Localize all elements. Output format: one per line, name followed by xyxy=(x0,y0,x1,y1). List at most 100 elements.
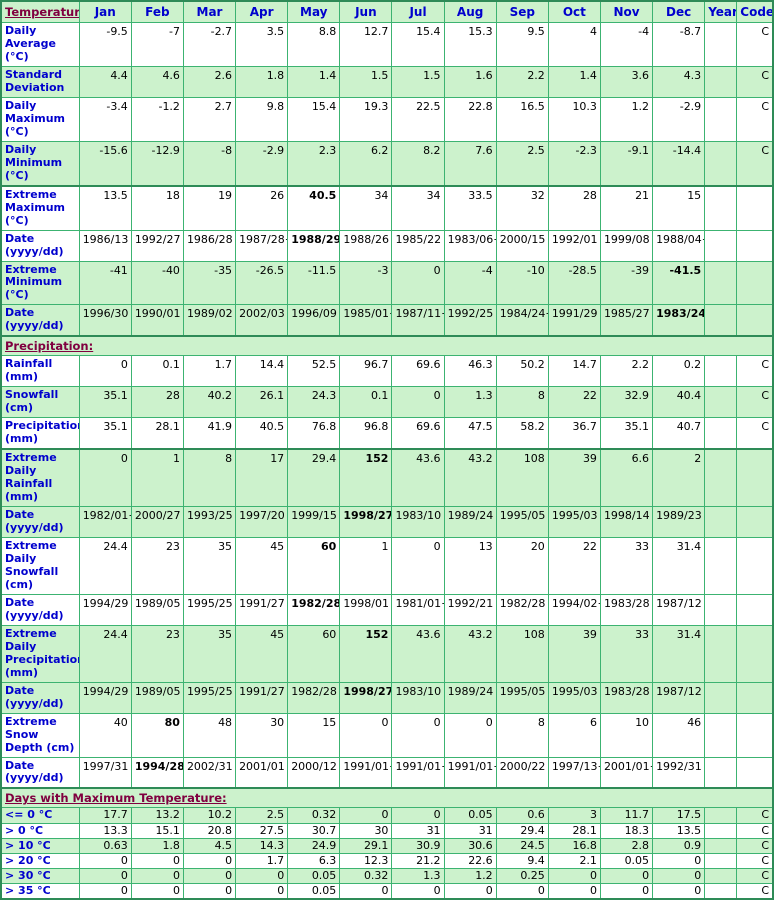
cell-dec: 0.9 xyxy=(652,837,706,854)
table-row: <= 0 °C 17.7 13.2 10.2 2.5 0.32 0 0 0.05 0.6 3 11.7… xyxy=(0,807,774,824)
cell-apr: 45 xyxy=(235,536,289,595)
cell-jul: 0 xyxy=(391,386,445,419)
cell-sep: 0.6 xyxy=(495,807,549,824)
cell-year xyxy=(704,355,738,388)
cell-may: 8.8 xyxy=(287,22,341,67)
cell-oct: 1995/03 xyxy=(547,506,601,538)
cell-feb: 1990/01 xyxy=(130,304,184,338)
section-banner-row: Precipitation: xyxy=(0,335,774,357)
cell-apr: 3.5 xyxy=(235,22,289,67)
cell-aug: 1.6 xyxy=(443,65,497,98)
cell-code: C xyxy=(736,837,774,854)
table-row: Extreme Daily Snowfall (cm) 24.4 23 35 45 60 1… xyxy=(0,536,774,595)
cell-jun: 19.3 xyxy=(339,96,393,142)
cell-jan: 4.4 xyxy=(78,65,132,98)
cell-nov: 18.3 xyxy=(599,822,654,839)
cell-jan: 13.5 xyxy=(78,185,132,231)
cell-jan: 1986/13 xyxy=(78,229,132,262)
cell-dec: 1989/23 xyxy=(652,506,706,538)
cell-may: 60 xyxy=(287,624,341,683)
cell-mar: -8 xyxy=(182,140,237,187)
cell-sep: 8 xyxy=(495,386,549,419)
row-label: Date (yyyy/dd) xyxy=(0,681,80,714)
cell-feb: 0 xyxy=(130,867,184,884)
column-header-nov: Nov xyxy=(599,0,654,23)
cell-mar: 40.2 xyxy=(182,386,237,419)
cell-feb: 1.8 xyxy=(130,837,184,854)
cell-apr: 1.7 xyxy=(235,852,289,869)
table-row: Standard Deviation 4.4 4.6 2.6 1.8 1.4 1.5 1.5 1… xyxy=(0,65,774,98)
cell-code xyxy=(736,185,774,231)
cell-sep: 108 xyxy=(495,624,549,683)
cell-nov: 32.9 xyxy=(599,386,654,419)
cell-feb: 28.1 xyxy=(130,417,184,451)
cell-jun: 29.1 xyxy=(339,837,393,854)
cell-dec: 1987/12 xyxy=(652,593,706,626)
cell-dec: 1987/12 xyxy=(652,681,706,714)
cell-mar: 19 xyxy=(182,185,237,231)
cell-sep: 2.5 xyxy=(495,140,549,187)
section-header-temperature: Temperature: xyxy=(0,0,80,23)
cell-dec: 1983/24 xyxy=(652,304,706,338)
cell-code: C xyxy=(736,852,774,869)
cell-year xyxy=(704,506,738,538)
cell-oct: 28.1 xyxy=(547,822,601,839)
cell-aug: 0.05 xyxy=(443,807,497,824)
cell-jul: 22.5 xyxy=(391,96,445,142)
cell-sep: 9.4 xyxy=(495,852,549,869)
cell-code: C xyxy=(736,807,774,824)
cell-mar: 1993/25 xyxy=(182,506,237,538)
cell-jan: 24.4 xyxy=(78,624,132,683)
table-row: Snowfall (cm) 35.1 28 40.2 26.1 24.3 0.1 0 1.3 8 2… xyxy=(0,386,774,419)
cell-nov: -39 xyxy=(599,260,654,306)
column-header-feb: Feb xyxy=(130,0,184,23)
cell-apr: 2001/01 xyxy=(235,756,289,790)
cell-dec: 1988/04+ xyxy=(652,229,706,262)
cell-code: C xyxy=(736,65,774,98)
cell-jul: 0 xyxy=(391,536,445,595)
cell-jan: 0.63 xyxy=(78,837,132,854)
cell-dec: -14.4 xyxy=(652,140,706,187)
row-label: > 20 °C xyxy=(0,852,80,869)
cell-aug: 30.6 xyxy=(443,837,497,854)
cell-jun: 34 xyxy=(339,185,393,231)
cell-jul: 1987/11+ xyxy=(391,304,445,338)
cell-may: 15.4 xyxy=(287,96,341,142)
cell-feb: 1992/27 xyxy=(130,229,184,262)
cell-aug: 47.5 xyxy=(443,417,497,451)
cell-sep: 24.5 xyxy=(495,837,549,854)
cell-nov: 33 xyxy=(599,536,654,595)
table-row: Precipitation (mm) 35.1 28.1 41.9 40.5 76.8 96… xyxy=(0,417,774,451)
cell-jul: 1983/10 xyxy=(391,681,445,714)
cell-year xyxy=(704,822,738,839)
cell-code: C xyxy=(736,417,774,451)
cell-oct: 1992/01 xyxy=(547,229,601,262)
row-label: Daily Minimum (°C) xyxy=(0,140,80,187)
cell-mar: 48 xyxy=(182,712,237,758)
cell-aug: 1991/01+ xyxy=(443,756,497,790)
cell-oct: 1995/03 xyxy=(547,681,601,714)
cell-aug: 43.2 xyxy=(443,624,497,683)
cell-oct: 16.8 xyxy=(547,837,601,854)
cell-jun: 12.3 xyxy=(339,852,393,869)
cell-mar: 2.7 xyxy=(182,96,237,142)
cell-oct: 6 xyxy=(547,712,601,758)
cell-feb: -12.9 xyxy=(130,140,184,187)
cell-nov: 3.6 xyxy=(599,65,654,98)
row-label: Snowfall (cm) xyxy=(0,386,80,419)
cell-year xyxy=(704,65,738,98)
table-row: Extreme Minimum (°C) -41 -40 -35 -26.5 -11.5-… xyxy=(0,260,774,306)
cell-jan: 24.4 xyxy=(78,536,132,595)
cell-mar: 8 xyxy=(182,448,237,508)
cell-jun: 30 xyxy=(339,822,393,839)
cell-sep: 9.5 xyxy=(495,22,549,67)
cell-aug: 22.8 xyxy=(443,96,497,142)
cell-code: C xyxy=(736,867,774,884)
column-header-jul: Jul xyxy=(391,0,445,23)
cell-code: C xyxy=(736,822,774,839)
cell-year xyxy=(704,536,738,595)
cell-mar: 20.8 xyxy=(182,822,237,839)
cell-dec: 1992/31 xyxy=(652,756,706,790)
cell-may: 1.4 xyxy=(287,65,341,98)
cell-jan: -15.6 xyxy=(78,140,132,187)
